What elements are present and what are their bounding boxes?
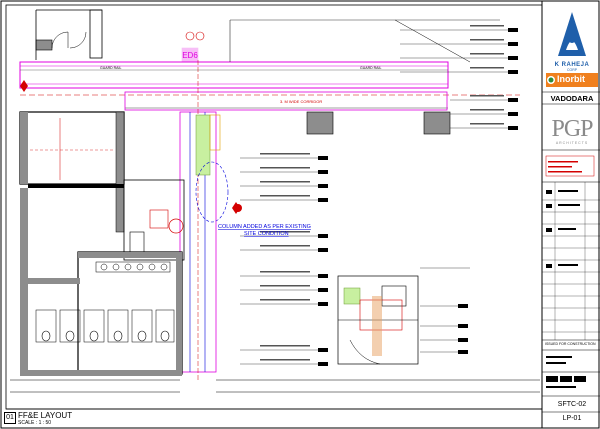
architect-logo: PGP	[551, 116, 593, 142]
city-name: VADODARA	[550, 94, 594, 103]
client-sub: CORP	[566, 68, 578, 72]
brand-name: Inorbit	[557, 74, 585, 84]
corridor-label: 3. M WIDE CORRIDOR	[280, 99, 322, 104]
sheet-number: LP-01	[562, 415, 582, 422]
guard-rail-label-2: GUARD RAIL	[360, 66, 381, 70]
floor-plan: ED6 GUARD RAIL GUARD RAIL 3. M WIDE CORR…	[10, 9, 540, 393]
section-detail	[337, 275, 419, 365]
column-note-line2: SITE CONDITION	[244, 231, 289, 237]
drawing-scale: SCALE : 1 : 50	[18, 420, 52, 426]
architect-sub: ARCHITECTS	[555, 141, 589, 145]
sheet-code: SFTC-02	[557, 401, 587, 408]
floor-plan-sheet: ED6 GUARD RAIL GUARD RAIL 3. M WIDE CORR…	[0, 0, 600, 429]
guard-rail-label: GUARD RAIL	[100, 66, 121, 70]
client-logo	[558, 12, 586, 56]
ed-tag: ED6	[182, 51, 198, 60]
column-note-line1: COLUMN ADDED AS PER EXISTING	[218, 224, 311, 230]
drawing-status: ISSUED FOR CONSTRUCTION	[545, 342, 596, 346]
view-number: 01	[4, 412, 16, 424]
drawing-title: FF&E LAYOUT	[18, 411, 73, 420]
